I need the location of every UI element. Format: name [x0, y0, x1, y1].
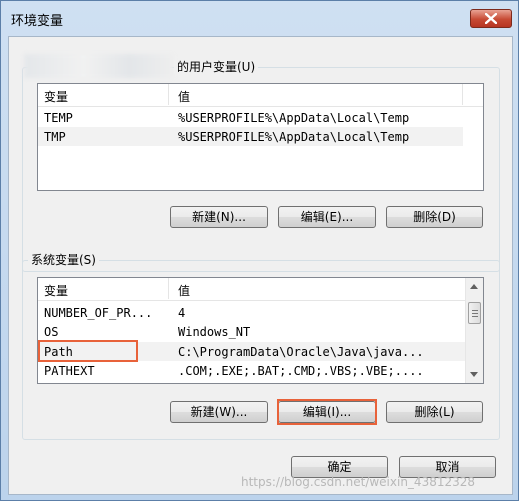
table-row[interactable]: TEMP %USERPROFILE%\AppData\Local\Temp [38, 108, 463, 127]
column-header-value[interactable]: 值 [178, 282, 190, 299]
scroll-up-icon[interactable] [470, 284, 478, 289]
close-icon [485, 13, 497, 24]
system-variables-list[interactable]: 变量 值 NUMBER_OF_PR... 4 OS Windows_NT Pat… [37, 277, 484, 384]
system-variables-label: 系统变量(S) [28, 253, 99, 267]
variable-name: TEMP [44, 111, 73, 125]
variable-value: %USERPROFILE%\AppData\Local\Temp [178, 130, 410, 144]
variable-value: C:\ProgramData\Oracle\Java\java... [178, 345, 424, 359]
column-header-name[interactable]: 变量 [44, 282, 68, 299]
table-row[interactable]: TMP %USERPROFILE%\AppData\Local\Temp [38, 127, 463, 146]
window-title: 环境变量 [11, 14, 64, 29]
dialog-body: 的用户变量(U) 变量 值 TEMP %USERPROFILE%\AppData… [8, 36, 513, 495]
path-highlight-box [38, 340, 138, 362]
environment-variables-dialog: 环境变量 的用户变量(U) 变量 值 TEMP %USERPROFILE%\Ap… [0, 0, 519, 501]
vertical-scrollbar[interactable] [465, 278, 483, 383]
variable-name: OS [44, 325, 59, 339]
redacted-username [24, 54, 174, 78]
table-row[interactable]: NUMBER_OF_PR... 4 [38, 303, 465, 322]
scroll-down-icon[interactable] [470, 372, 478, 377]
scroll-thumb[interactable] [468, 302, 481, 324]
list-header: 变量 值 [38, 278, 466, 301]
variable-name: NUMBER_OF_PR... [44, 306, 153, 320]
user-variables-list[interactable]: 变量 值 TEMP %USERPROFILE%\AppData\Local\Te… [37, 83, 484, 191]
system-delete-button[interactable]: 删除(L) [386, 401, 483, 423]
watermark: https://blog.csdn.net/weixin_43812328 [241, 475, 476, 489]
close-button[interactable] [470, 9, 512, 28]
table-row[interactable]: PATHEXT .COM;.EXE;.BAT;.CMD;.VBS;.VBE;..… [38, 361, 465, 380]
variable-name: TMP [44, 130, 66, 144]
variable-name: PATHEXT [44, 364, 95, 378]
variable-value: %USERPROFILE%\AppData\Local\Temp [178, 111, 410, 125]
column-header-value[interactable]: 值 [178, 88, 190, 105]
table-row[interactable]: OS Windows_NT [38, 322, 465, 341]
variable-value: Windows_NT [178, 325, 251, 339]
user-edit-button[interactable]: 编辑(E)... [278, 206, 376, 228]
variable-value: 4 [178, 306, 186, 320]
user-delete-button[interactable]: 删除(D) [386, 206, 483, 228]
variable-value: .COM;.EXE;.BAT;.CMD;.VBS;.VBE;.... [178, 364, 424, 378]
user-new-button[interactable]: 新建(N)... [170, 206, 268, 228]
edit-highlight-box [277, 399, 377, 425]
user-variables-label: 的用户变量(U) [174, 60, 259, 74]
title-bar[interactable]: 环境变量 [1, 1, 518, 35]
column-header-name[interactable]: 变量 [44, 88, 68, 105]
list-header: 变量 值 [38, 84, 483, 107]
system-new-button[interactable]: 新建(W)... [170, 401, 268, 423]
